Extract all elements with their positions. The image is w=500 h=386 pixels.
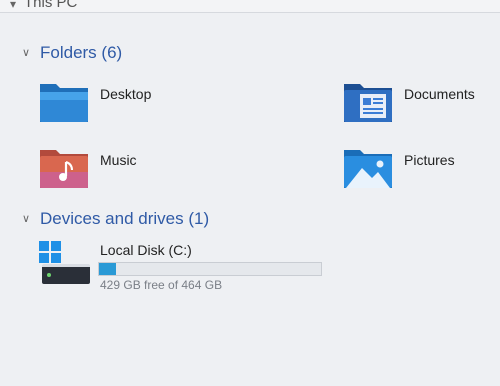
breadcrumb-bar: ▾ This PC: [0, 0, 500, 13]
folder-desktop[interactable]: Desktop: [38, 80, 238, 140]
folder-label: Music: [100, 152, 137, 168]
drive-usage-fill: [99, 263, 116, 275]
music-folder-icon: [38, 146, 90, 190]
breadcrumb-this-pc[interactable]: This PC: [24, 0, 77, 11]
chevron-down-icon[interactable]: ∨: [22, 46, 32, 59]
drive-label: Local Disk (C:): [100, 242, 192, 258]
folder-pictures[interactable]: Pictures: [342, 146, 500, 206]
drive-free-space: 429 GB free of 464 GB: [100, 278, 223, 292]
pictures-folder-icon: [342, 146, 394, 190]
desktop-folder-icon: [38, 80, 90, 124]
devices-section-header[interactable]: ∨ Devices and drives (1): [22, 207, 209, 231]
hard-drive-icon: [42, 264, 90, 284]
drive-led: [47, 273, 51, 277]
folder-label: Documents: [404, 86, 475, 102]
this-pc-icon: ▾: [10, 0, 17, 11]
folder-documents[interactable]: Documents: [342, 80, 500, 140]
windows-logo-icon: [38, 240, 62, 264]
folder-music[interactable]: Music: [38, 146, 238, 206]
folder-label: Pictures: [404, 152, 455, 168]
drive-usage-bar: [98, 262, 322, 276]
documents-folder-icon: [342, 80, 394, 124]
drive-local-disk-c[interactable]: Local Disk (C:) 429 GB free of 464 GB: [38, 238, 338, 298]
folder-label: Desktop: [100, 86, 152, 102]
devices-section-label: Devices and drives (1): [40, 209, 210, 228]
folders-section-label: Folders (6): [40, 43, 123, 62]
folders-section-header[interactable]: ∨ Folders (6): [22, 41, 122, 65]
chevron-down-icon[interactable]: ∨: [22, 212, 32, 225]
